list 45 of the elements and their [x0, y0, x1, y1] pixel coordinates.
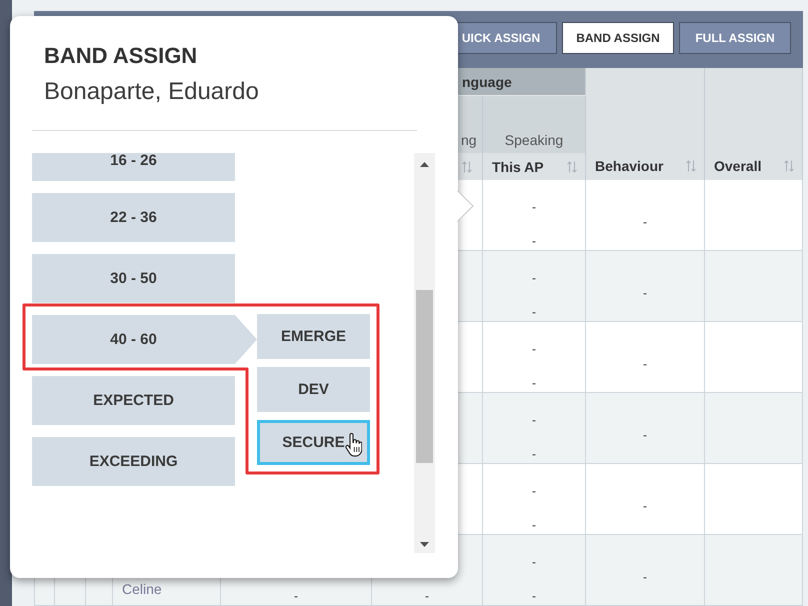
cell-text: -: [643, 427, 647, 443]
cell-text: -: [532, 554, 536, 570]
band-option[interactable]: 22 - 36: [32, 193, 235, 242]
band-option[interactable]: 30 - 50: [32, 254, 235, 303]
cell-text: -: [532, 375, 536, 391]
cell-text: -: [532, 483, 536, 499]
band-option[interactable]: 16 - 26: [32, 153, 235, 181]
level-option[interactable]: EMERGE: [257, 314, 370, 359]
cell-text: -: [643, 285, 647, 301]
column-group-header: nguage: [458, 68, 586, 96]
cell-text: -: [532, 270, 536, 286]
band-option[interactable]: EXPECTED: [32, 376, 235, 425]
cell-text: -: [532, 588, 536, 604]
cell-text: -: [294, 588, 298, 604]
cell-text: -: [643, 498, 647, 514]
scrollbar[interactable]: [414, 153, 435, 553]
hand-cursor-icon: [345, 433, 362, 457]
scrollbar-thumb[interactable]: [416, 290, 433, 463]
cell-text: -: [643, 569, 647, 585]
caret-down-icon[interactable]: [420, 542, 429, 547]
cell-text: -: [532, 517, 536, 533]
cell-text: -: [532, 412, 536, 428]
cell-text: Celine: [122, 581, 162, 597]
cell-text: -: [532, 233, 536, 249]
toolbar-button[interactable]: BAND ASSIGN: [562, 22, 674, 54]
cell-text: -: [532, 304, 536, 320]
level-option[interactable]: SECURE: [257, 420, 370, 465]
level-option[interactable]: DEV: [257, 367, 370, 412]
popup-title: BAND ASSIGN: [44, 43, 198, 68]
column-subheader: Speaking: [483, 96, 586, 153]
column-header[interactable]: [458, 153, 483, 180]
cell-text: -: [425, 588, 429, 604]
column-header[interactable]: Behaviour: [586, 68, 705, 180]
band-option[interactable]: EXCEEDING: [32, 437, 235, 486]
cell-text: -: [532, 199, 536, 215]
student-name: Bonaparte, Eduardo: [44, 78, 260, 106]
cell-text: -: [532, 446, 536, 462]
caret-up-icon[interactable]: [420, 162, 429, 167]
cell-text: -: [643, 356, 647, 372]
column-header[interactable]: This AP: [483, 153, 586, 180]
band-option[interactable]: 40 - 60: [32, 315, 257, 364]
column-subheader: ng: [458, 96, 483, 153]
cell-text: -: [643, 214, 647, 230]
column-header[interactable]: Overall: [705, 68, 803, 180]
cell-text: -: [532, 341, 536, 357]
